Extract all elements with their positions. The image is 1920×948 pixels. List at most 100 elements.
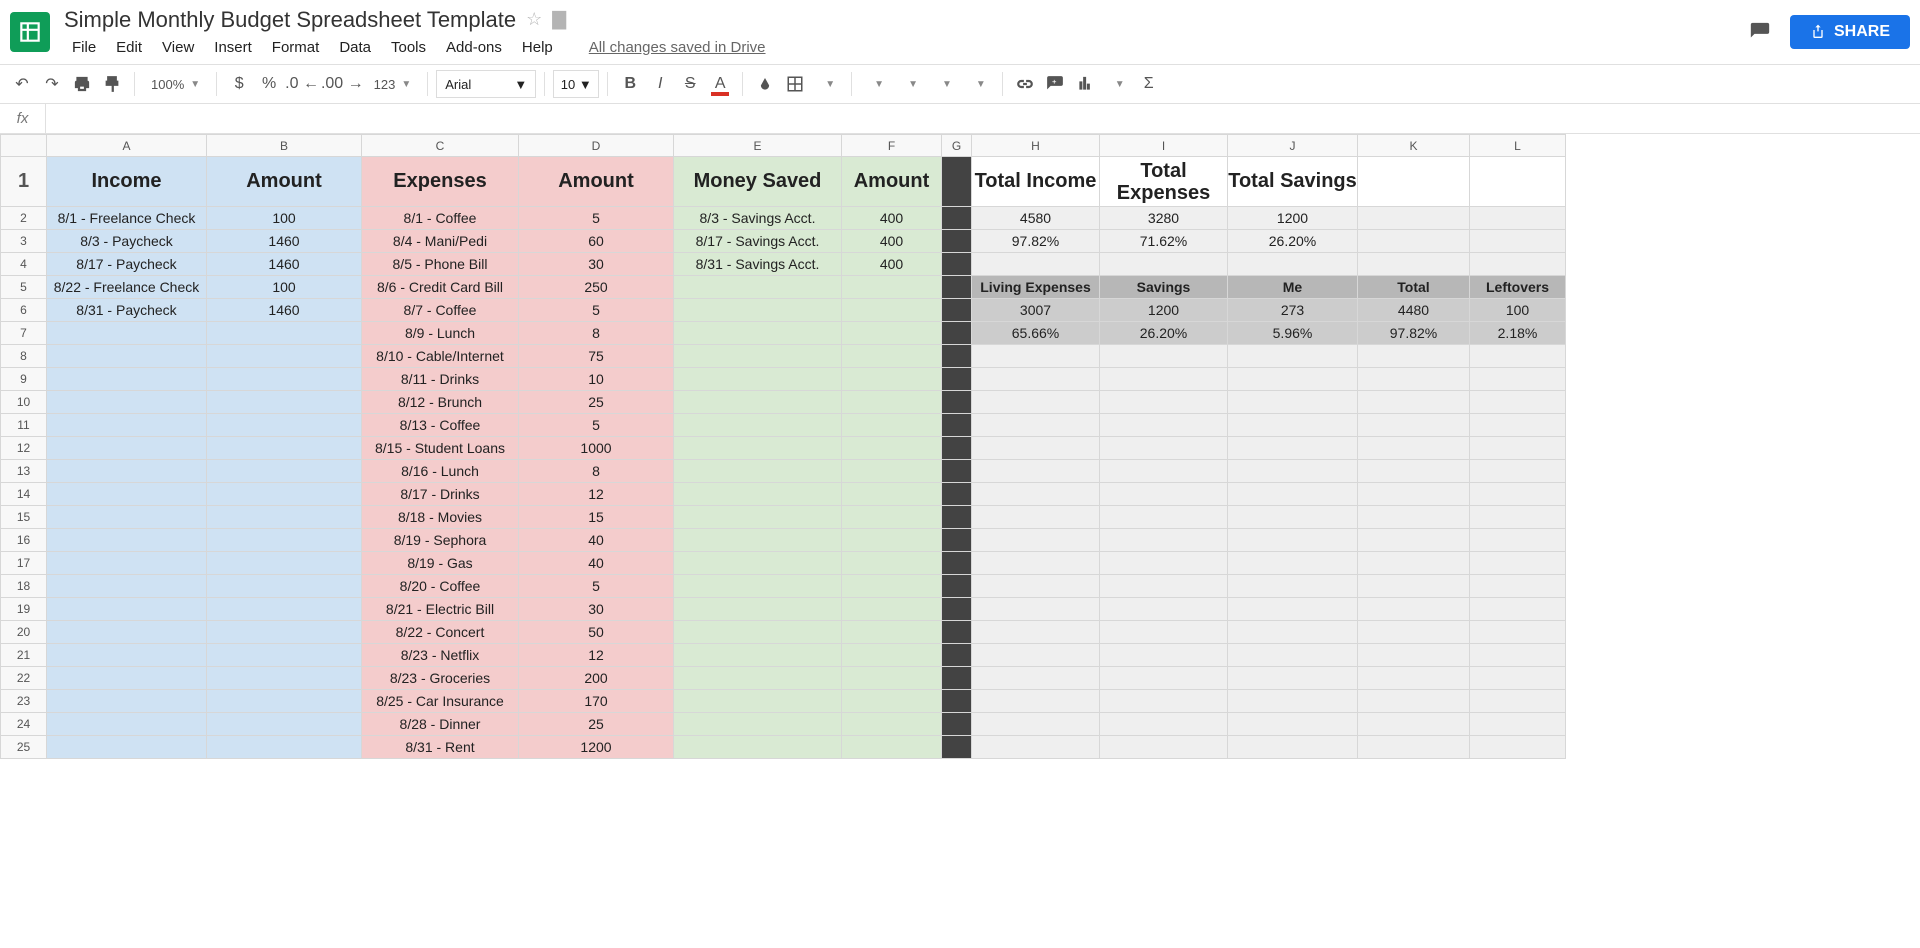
cell-F3[interactable]: 400 <box>842 230 942 253</box>
cell-L19[interactable] <box>1470 598 1566 621</box>
cell-A23[interactable] <box>47 690 207 713</box>
cell-B3[interactable]: 1460 <box>207 230 362 253</box>
horizontal-align-button[interactable]: ▼ <box>860 70 892 98</box>
cell-A12[interactable] <box>47 437 207 460</box>
cell-H1[interactable]: Total Income <box>972 157 1100 207</box>
cell-F5[interactable] <box>842 276 942 299</box>
cell-I14[interactable] <box>1100 483 1228 506</box>
vertical-align-button[interactable]: ▼ <box>894 70 926 98</box>
cell-J8[interactable] <box>1228 345 1358 368</box>
cell-H19[interactable] <box>972 598 1100 621</box>
row-head-16[interactable]: 16 <box>1 529 47 552</box>
row-head-11[interactable]: 11 <box>1 414 47 437</box>
cell-H3[interactable]: 97.82% <box>972 230 1100 253</box>
cell-J23[interactable] <box>1228 690 1358 713</box>
filter-button[interactable]: ▼ <box>1101 70 1133 98</box>
cell-F1[interactable]: Amount <box>842 157 942 207</box>
cell-E14[interactable] <box>674 483 842 506</box>
cell-I15[interactable] <box>1100 506 1228 529</box>
row-head-1[interactable]: 1 <box>1 157 47 207</box>
cell-J13[interactable] <box>1228 460 1358 483</box>
cell-I7[interactable]: 26.20% <box>1100 322 1228 345</box>
cell-I24[interactable] <box>1100 713 1228 736</box>
cell-E15[interactable] <box>674 506 842 529</box>
row-head-23[interactable]: 23 <box>1 690 47 713</box>
row-head-8[interactable]: 8 <box>1 345 47 368</box>
cell-K6[interactable]: 4480 <box>1358 299 1470 322</box>
cell-G8[interactable] <box>942 345 972 368</box>
insert-chart-button[interactable] <box>1071 70 1099 98</box>
cell-B4[interactable]: 1460 <box>207 253 362 276</box>
menu-format[interactable]: Format <box>264 37 328 58</box>
cell-D12[interactable]: 1000 <box>519 437 674 460</box>
cell-E16[interactable] <box>674 529 842 552</box>
cell-E19[interactable] <box>674 598 842 621</box>
cell-J7[interactable]: 5.96% <box>1228 322 1358 345</box>
cell-A24[interactable] <box>47 713 207 736</box>
cell-J16[interactable] <box>1228 529 1358 552</box>
cell-E21[interactable] <box>674 644 842 667</box>
cell-H4[interactable] <box>972 253 1100 276</box>
cell-F12[interactable] <box>842 437 942 460</box>
row-head-17[interactable]: 17 <box>1 552 47 575</box>
cell-A10[interactable] <box>47 391 207 414</box>
cell-I10[interactable] <box>1100 391 1228 414</box>
cell-A4[interactable]: 8/17 - Paycheck <box>47 253 207 276</box>
cell-H2[interactable]: 4580 <box>972 207 1100 230</box>
cell-E25[interactable] <box>674 736 842 759</box>
col-head-E[interactable]: E <box>674 135 842 157</box>
text-color-button[interactable]: A <box>706 70 734 98</box>
cell-G23[interactable] <box>942 690 972 713</box>
cell-K14[interactable] <box>1358 483 1470 506</box>
cell-B9[interactable] <box>207 368 362 391</box>
cell-D15[interactable]: 15 <box>519 506 674 529</box>
cell-C2[interactable]: 8/1 - Coffee <box>362 207 519 230</box>
cell-L6[interactable]: 100 <box>1470 299 1566 322</box>
insert-link-button[interactable] <box>1011 70 1039 98</box>
cell-K4[interactable] <box>1358 253 1470 276</box>
cell-E2[interactable]: 8/3 - Savings Acct. <box>674 207 842 230</box>
row-head-4[interactable]: 4 <box>1 253 47 276</box>
cell-B7[interactable] <box>207 322 362 345</box>
cell-D20[interactable]: 50 <box>519 621 674 644</box>
strikethrough-button[interactable]: S <box>676 70 704 98</box>
cell-K19[interactable] <box>1358 598 1470 621</box>
cell-F6[interactable] <box>842 299 942 322</box>
cell-A9[interactable] <box>47 368 207 391</box>
row-head-18[interactable]: 18 <box>1 575 47 598</box>
cell-G12[interactable] <box>942 437 972 460</box>
cell-I3[interactable]: 71.62% <box>1100 230 1228 253</box>
col-head-D[interactable]: D <box>519 135 674 157</box>
cell-J20[interactable] <box>1228 621 1358 644</box>
cell-F20[interactable] <box>842 621 942 644</box>
cell-L22[interactable] <box>1470 667 1566 690</box>
menu-file[interactable]: File <box>64 37 104 58</box>
cell-D5[interactable]: 250 <box>519 276 674 299</box>
cell-L3[interactable] <box>1470 230 1566 253</box>
cell-C24[interactable]: 8/28 - Dinner <box>362 713 519 736</box>
cell-L11[interactable] <box>1470 414 1566 437</box>
cell-D18[interactable]: 5 <box>519 575 674 598</box>
cell-C6[interactable]: 8/7 - Coffee <box>362 299 519 322</box>
cell-H12[interactable] <box>972 437 1100 460</box>
row-head-6[interactable]: 6 <box>1 299 47 322</box>
cell-K3[interactable] <box>1358 230 1470 253</box>
cell-J6[interactable]: 273 <box>1228 299 1358 322</box>
cell-E4[interactable]: 8/31 - Savings Acct. <box>674 253 842 276</box>
cell-L14[interactable] <box>1470 483 1566 506</box>
cell-C22[interactable]: 8/23 - Groceries <box>362 667 519 690</box>
cell-A7[interactable] <box>47 322 207 345</box>
cell-B1[interactable]: Amount <box>207 157 362 207</box>
cell-C11[interactable]: 8/13 - Coffee <box>362 414 519 437</box>
cell-H25[interactable] <box>972 736 1100 759</box>
cell-H5[interactable]: Living Expenses <box>972 276 1100 299</box>
sheets-app-icon[interactable] <box>10 12 50 52</box>
decrease-decimal-button[interactable]: .0 ← <box>285 70 319 98</box>
cell-F16[interactable] <box>842 529 942 552</box>
cell-C7[interactable]: 8/9 - Lunch <box>362 322 519 345</box>
cell-E17[interactable] <box>674 552 842 575</box>
cell-H11[interactable] <box>972 414 1100 437</box>
cell-J17[interactable] <box>1228 552 1358 575</box>
cell-E7[interactable] <box>674 322 842 345</box>
cell-K18[interactable] <box>1358 575 1470 598</box>
